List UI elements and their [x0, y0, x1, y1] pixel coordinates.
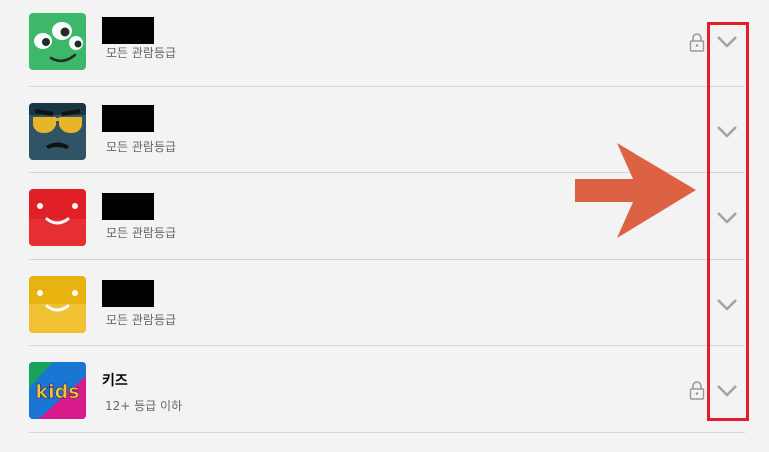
lock-icon — [689, 381, 705, 400]
profile-name-redacted — [102, 17, 154, 44]
arrow-annotation — [575, 143, 696, 238]
chevron-down-icon[interactable] — [716, 298, 738, 312]
profile-name: 키즈 — [102, 373, 128, 389]
chevron-down-icon[interactable] — [716, 35, 738, 49]
yellow-smiley-avatar[interactable] — [29, 275, 86, 333]
profile-row[interactable]: 모든 관람등급 — [29, 0, 745, 87]
profile-rating: 모든 관람등급 — [106, 46, 177, 60]
lock-icon — [689, 33, 705, 52]
profile-rating: 모든 관람등급 — [106, 312, 177, 327]
kids-avatar[interactable]: kids — [29, 362, 86, 419]
chevron-down-icon[interactable] — [716, 211, 738, 225]
green-alien-avatar[interactable] — [29, 13, 86, 70]
profile-name-redacted — [102, 104, 154, 132]
red-smiley-avatar[interactable] — [29, 189, 86, 246]
chevron-down-icon[interactable] — [716, 384, 738, 398]
svg-text:kids: kids — [35, 381, 79, 403]
profile-rating: 모든 관람등급 — [106, 226, 177, 240]
chevron-down-icon[interactable] — [716, 125, 738, 139]
profile-name-redacted — [102, 279, 154, 307]
profile-rating: 12+ 등급 이하 — [105, 399, 183, 413]
profile-row[interactable]: 모든 관람등급 — [29, 260, 745, 346]
profile-name-redacted — [102, 193, 154, 220]
profile-row[interactable]: kids 키즈 12+ 등급 이하 — [29, 346, 745, 433]
sunglasses-mustache-avatar[interactable] — [29, 102, 86, 160]
profile-rating: 모든 관람등급 — [106, 139, 177, 154]
